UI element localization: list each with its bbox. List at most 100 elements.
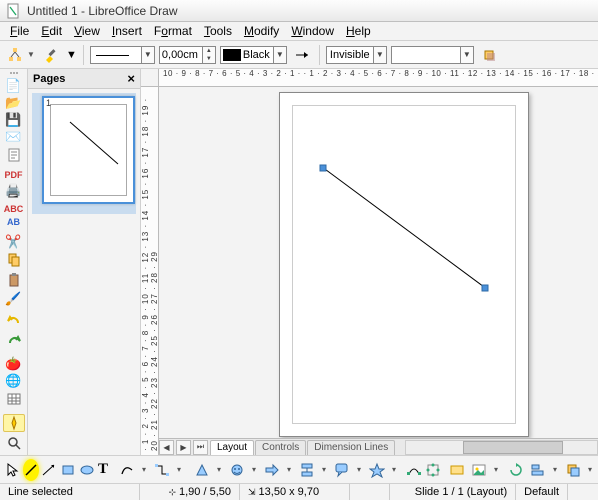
- menu-help[interactable]: Help: [340, 23, 377, 39]
- line-style-combo[interactable]: ▼: [90, 46, 155, 64]
- line-handle-end[interactable]: [482, 285, 489, 292]
- menu-modify[interactable]: Modify: [238, 23, 285, 39]
- edit-points-button[interactable]: [4, 44, 26, 66]
- hyperlink-button[interactable]: 🌐: [3, 373, 25, 388]
- chevron-down-icon[interactable]: ▾: [319, 459, 329, 481]
- vertical-ruler[interactable]: · 1 · 2 · 3 · 4 · 5 · 6 · 7 · 8 · 9 · 10…: [141, 87, 159, 455]
- zoom-button[interactable]: [3, 434, 25, 452]
- menu-edit[interactable]: Edit: [35, 23, 68, 39]
- area-fill-combo[interactable]: ▼: [391, 46, 474, 64]
- shadow-toggle-button[interactable]: [478, 44, 500, 66]
- line-handle-start[interactable]: [320, 165, 327, 172]
- chevron-down-icon[interactable]: ▾: [389, 459, 399, 481]
- tab-dimension-lines[interactable]: Dimension Lines: [307, 440, 395, 455]
- select-tool[interactable]: [4, 459, 22, 481]
- pages-list[interactable]: 1: [28, 89, 140, 455]
- redo-button[interactable]: [3, 332, 25, 350]
- chevron-down-icon[interactable]: ▾: [249, 459, 259, 481]
- symbol-shapes-tool[interactable]: [225, 459, 249, 481]
- align-button[interactable]: [526, 459, 550, 481]
- open-doc-button[interactable]: 📂: [3, 95, 25, 110]
- horizontal-scrollbar[interactable]: [405, 440, 598, 455]
- menu-tools[interactable]: Tools: [198, 23, 238, 39]
- arrow-style-button[interactable]: [291, 44, 313, 66]
- tab-nav-next[interactable]: ▶: [176, 440, 191, 455]
- dropdown-arrow-icon[interactable]: ▼: [66, 49, 77, 61]
- close-icon[interactable]: ×: [127, 71, 135, 86]
- spellcheck-button[interactable]: ABC: [3, 204, 25, 215]
- chevron-down-icon[interactable]: ▼: [142, 46, 155, 64]
- undo-button[interactable]: [3, 312, 25, 330]
- drawing-content[interactable]: [280, 93, 528, 435]
- menu-format[interactable]: Format: [148, 23, 198, 39]
- line-ends-tool[interactable]: [40, 459, 58, 481]
- chevron-down-icon[interactable]: ▾: [174, 459, 184, 481]
- tab-controls[interactable]: Controls: [255, 440, 306, 455]
- connector-tool[interactable]: [150, 459, 174, 481]
- chevron-down-icon[interactable]: ▼: [374, 46, 387, 64]
- rotate-button[interactable]: [507, 459, 525, 481]
- export-pdf-button[interactable]: PDF: [3, 170, 25, 181]
- chevron-down-icon[interactable]: ▾: [284, 459, 294, 481]
- stars-tool[interactable]: [365, 459, 389, 481]
- tab-layout[interactable]: Layout: [210, 440, 254, 455]
- flowchart-tool[interactable]: [295, 459, 319, 481]
- line-width-field[interactable]: 0,00cm ▲▼: [159, 46, 216, 64]
- chevron-down-icon[interactable]: ▼: [461, 46, 474, 64]
- drawing-workspace[interactable]: [159, 87, 598, 455]
- highlight-button[interactable]: [40, 44, 62, 66]
- auto-spellcheck-button[interactable]: AB: [3, 217, 25, 228]
- chevron-down-icon[interactable]: ▼: [274, 46, 287, 64]
- text-tool[interactable]: T: [97, 459, 109, 481]
- glue-points-button[interactable]: [424, 459, 442, 481]
- menu-view[interactable]: View: [68, 23, 106, 39]
- ellipse-tool[interactable]: [78, 459, 96, 481]
- new-doc-button[interactable]: 📄: [3, 78, 25, 93]
- drawing-page[interactable]: [279, 92, 529, 437]
- page-thumb-selected[interactable]: 1: [32, 93, 136, 214]
- line-tool[interactable]: [23, 459, 39, 481]
- save-button[interactable]: 💾: [3, 112, 25, 127]
- basic-shapes-tool[interactable]: [190, 459, 214, 481]
- status-page-style[interactable]: Default: [516, 484, 568, 500]
- navigator-button[interactable]: [3, 414, 25, 432]
- chevron-down-icon[interactable]: ▾: [585, 459, 595, 481]
- line-width-spinner[interactable]: ▲▼: [203, 46, 216, 64]
- cut-button[interactable]: ✂️: [3, 234, 25, 249]
- print-button[interactable]: 🖨️: [3, 183, 25, 198]
- rectangle-tool[interactable]: [59, 459, 77, 481]
- dropdown-arrow-icon[interactable]: ▼: [26, 44, 36, 66]
- chevron-down-icon[interactable]: ▾: [354, 459, 364, 481]
- chevron-down-icon[interactable]: ▾: [139, 459, 149, 481]
- callout-tool[interactable]: [330, 459, 354, 481]
- tab-nav-last[interactable]: ⏭: [193, 440, 208, 455]
- chevron-down-icon[interactable]: ▾: [491, 459, 501, 481]
- menu-window[interactable]: Window: [285, 23, 340, 39]
- line-color-combo[interactable]: Black ▼: [220, 46, 287, 64]
- edit-file-button[interactable]: [3, 146, 25, 164]
- status-slide[interactable]: Slide 1 / 1 (Layout): [407, 484, 516, 500]
- email-button[interactable]: ✉️: [3, 129, 25, 144]
- page-thumb[interactable]: 1: [42, 96, 135, 204]
- menu-insert[interactable]: Insert: [106, 23, 148, 39]
- paste-button[interactable]: [3, 271, 25, 289]
- menu-file[interactable]: File: [4, 23, 35, 39]
- chart-button[interactable]: 🍅: [3, 356, 25, 371]
- table-button[interactable]: [3, 390, 25, 408]
- grip-icon[interactable]: [5, 72, 23, 74]
- edit-points-button-2[interactable]: [405, 459, 423, 481]
- area-style-combo[interactable]: Invisible ▼: [326, 46, 387, 64]
- clone-formatting-button[interactable]: 🖌️: [3, 291, 25, 306]
- copy-button[interactable]: [3, 251, 25, 269]
- arrange-button[interactable]: [561, 459, 585, 481]
- chevron-down-icon[interactable]: ▾: [550, 459, 560, 481]
- tab-nav-prev[interactable]: ◀: [159, 440, 174, 455]
- scrollbar-thumb[interactable]: [463, 441, 563, 454]
- chevron-down-icon[interactable]: ▾: [214, 459, 224, 481]
- from-file-button[interactable]: [467, 459, 491, 481]
- horizontal-ruler[interactable]: 10 · 9 · 8 · 7 · 6 · 5 · 4 · 3 · 2 · 1 ·…: [159, 69, 598, 87]
- block-arrows-tool[interactable]: [260, 459, 284, 481]
- fontwork-button[interactable]: [448, 459, 466, 481]
- curve-tool[interactable]: [115, 459, 139, 481]
- line-width-value[interactable]: 0,00cm: [159, 46, 203, 64]
